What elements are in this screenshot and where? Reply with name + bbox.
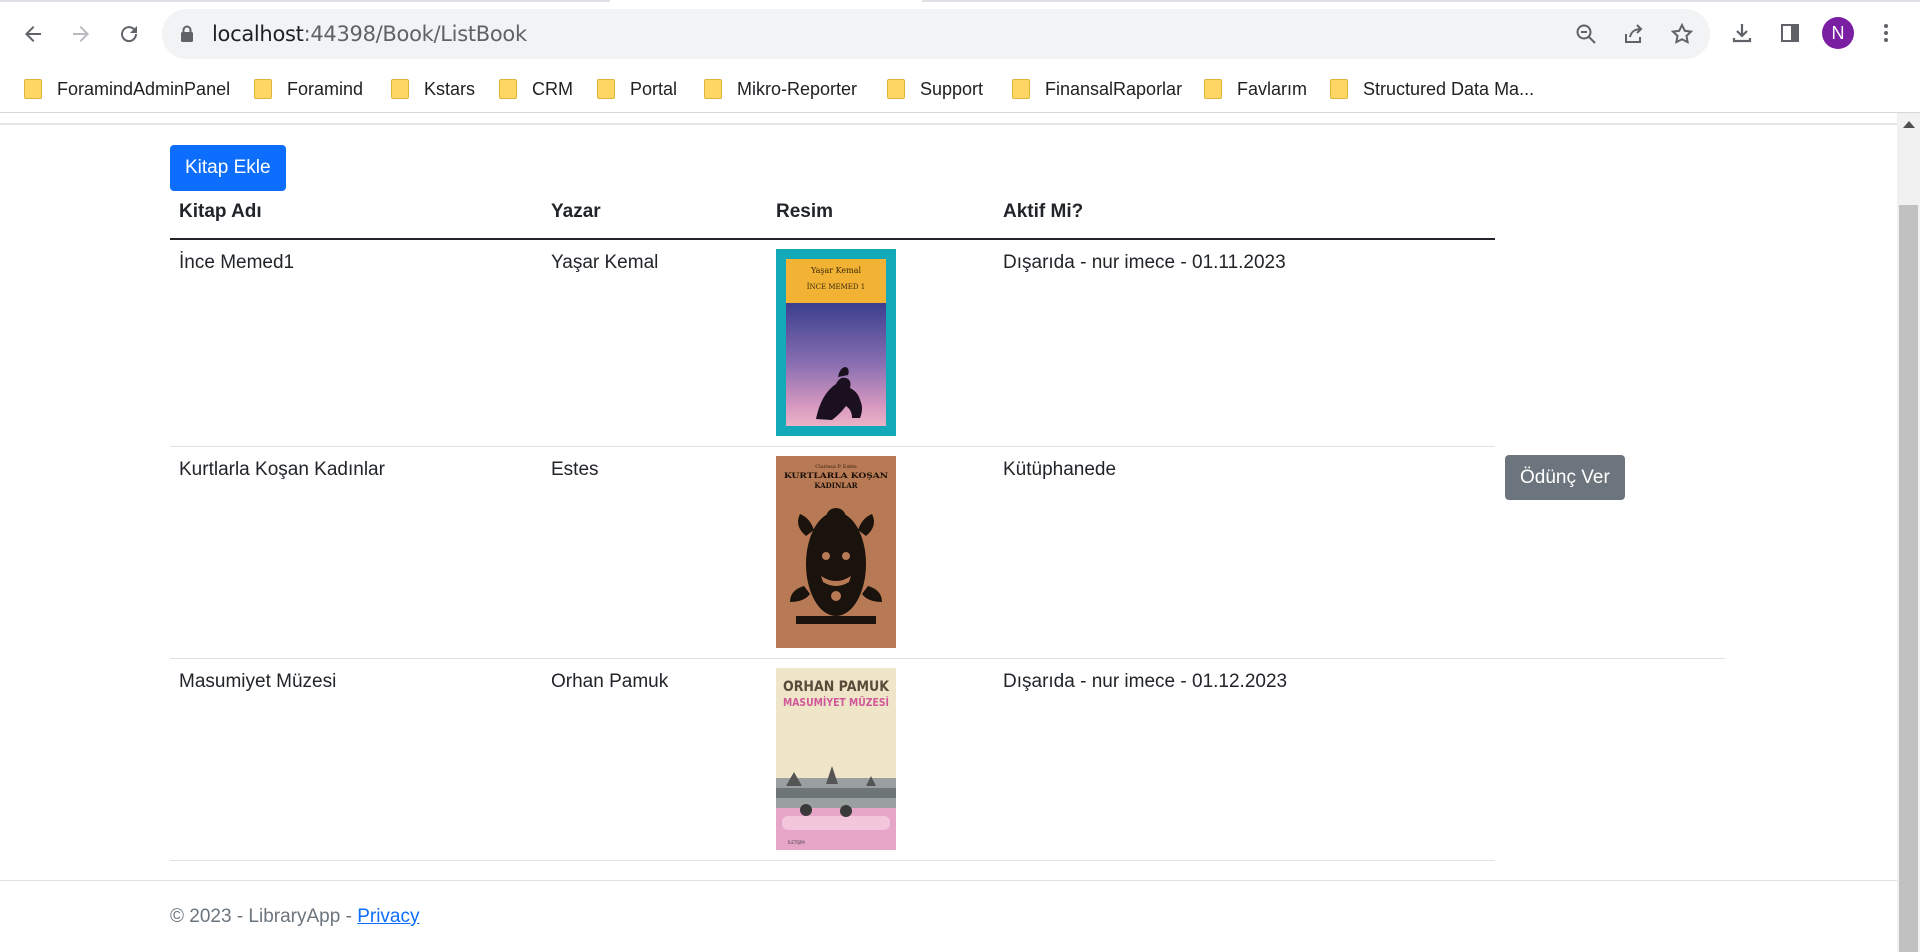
book-author: Estes	[551, 459, 599, 480]
scroll-up-arrow-icon[interactable]	[1903, 121, 1915, 128]
add-book-button[interactable]: Kitap Ekle	[170, 145, 286, 191]
bookmark-item[interactable]: ForamindAdminPanel	[24, 74, 230, 104]
folder-icon	[24, 79, 42, 99]
book-cover-image: ORHAN PAMUK MASUMİYET MÜZESİ İLETİŞİM	[776, 668, 896, 850]
profile-avatar[interactable]: N	[1822, 17, 1854, 49]
bookmark-item[interactable]: CRM	[499, 74, 573, 104]
book-status: Dışarıda - nur imece - 01.12.2023	[1003, 671, 1288, 692]
bookmark-star-icon[interactable]	[1668, 20, 1696, 48]
bookmarks-bar: ForamindAdminPanel Foramind Kstars CRM P…	[0, 66, 1920, 112]
forward-button[interactable]	[61, 14, 101, 54]
bookmark-item[interactable]: Favlarım	[1204, 74, 1307, 104]
book-cover-image: Yaşar Kemal İNCE MEMED 1	[776, 249, 896, 436]
download-icon[interactable]	[1726, 17, 1758, 49]
tab-strip-edge	[0, 0, 1920, 2]
lock-icon	[181, 25, 193, 42]
folder-icon	[1330, 79, 1348, 99]
svg-text:Yaşar Kemal: Yaşar Kemal	[810, 266, 862, 275]
row-divider	[170, 446, 1495, 447]
book-name: Masumiyet Müzesi	[179, 671, 337, 692]
svg-text:Clarissa P. Estés: Clarissa P. Estés	[815, 463, 857, 470]
column-header-active: Aktif Mi?	[1003, 201, 1084, 222]
column-header-author: Yazar	[551, 201, 601, 222]
page-scrollbar[interactable]	[1897, 113, 1920, 952]
reload-icon	[121, 26, 138, 43]
folder-icon	[254, 79, 272, 99]
url-text: localhost:44398/Book/ListBook	[212, 22, 527, 46]
svg-text:İNCE MEMED 1: İNCE MEMED 1	[807, 282, 865, 291]
scroll-thumb[interactable]	[1899, 205, 1918, 952]
bookmark-item[interactable]: FinansalRaporlar	[1012, 74, 1182, 104]
book-status: Kütüphanede	[1003, 459, 1117, 480]
folder-icon	[597, 79, 615, 99]
footer: © 2023 - LibraryApp - Privacy	[170, 906, 420, 927]
book-name: İnce Memed1	[179, 252, 295, 273]
table-header-border	[170, 238, 1495, 240]
bookmark-item[interactable]: Foramind	[254, 74, 363, 104]
svg-text:KADINLAR: KADINLAR	[814, 481, 857, 490]
bookmark-item[interactable]: Structured Data Ma...	[1330, 74, 1534, 104]
folder-icon	[1204, 79, 1222, 99]
privacy-link[interactable]: Privacy	[357, 906, 419, 927]
book-author: Orhan Pamuk	[551, 671, 669, 692]
column-header-name: Kitap Adı	[179, 201, 262, 222]
svg-text:ORHAN PAMUK: ORHAN PAMUK	[783, 679, 890, 695]
book-author: Yaşar Kemal	[551, 252, 659, 273]
menu-kebab-icon[interactable]	[1870, 17, 1902, 49]
row-divider	[170, 658, 1725, 659]
book-status: Dışarıda - nur imece - 01.11.2023	[1003, 252, 1286, 273]
book-name: Kurtlarla Koşan Kadınlar	[179, 459, 385, 480]
address-bar[interactable]: localhost:44398/Book/ListBook	[162, 9, 1710, 59]
lend-button[interactable]: Ödünç Ver	[1505, 455, 1625, 500]
column-header-image: Resim	[776, 201, 834, 222]
folder-icon	[1012, 79, 1030, 99]
svg-text:MASUMİYET MÜZESİ: MASUMİYET MÜZESİ	[783, 695, 889, 709]
page-content: Kitap Ekle Kitap Adı Yazar Resim Aktif M…	[0, 113, 1897, 952]
folder-icon	[887, 79, 905, 99]
folder-icon	[499, 79, 517, 99]
svg-text:İLETİŞİM: İLETİŞİM	[788, 840, 805, 845]
side-panel-icon[interactable]	[1774, 17, 1806, 49]
browser-toolbar: localhost:44398/Book/ListBook N	[0, 0, 1920, 66]
bookmark-item[interactable]: Support	[887, 74, 983, 104]
zoom-out-icon[interactable]	[1572, 20, 1600, 48]
back-arrow-icon	[25, 26, 41, 42]
footer-border	[0, 880, 1897, 881]
row-divider	[170, 860, 1495, 861]
bookmark-item[interactable]: Kstars	[391, 74, 475, 104]
book-cover-image: Clarissa P. Estés KURTLARLA KOŞAN KADINL…	[776, 456, 896, 648]
back-button[interactable]	[13, 14, 53, 54]
bookmark-item[interactable]: Portal	[597, 74, 677, 104]
forward-arrow-icon	[73, 26, 89, 42]
navbar-border	[0, 123, 1897, 125]
svg-text:KURTLARLA KOŞAN: KURTLARLA KOŞAN	[784, 471, 889, 480]
reload-button[interactable]	[109, 14, 149, 54]
folder-icon	[391, 79, 409, 99]
share-icon[interactable]	[1620, 20, 1648, 48]
bookmark-item[interactable]: Mikro-Reporter	[704, 74, 857, 104]
folder-icon	[704, 79, 722, 99]
